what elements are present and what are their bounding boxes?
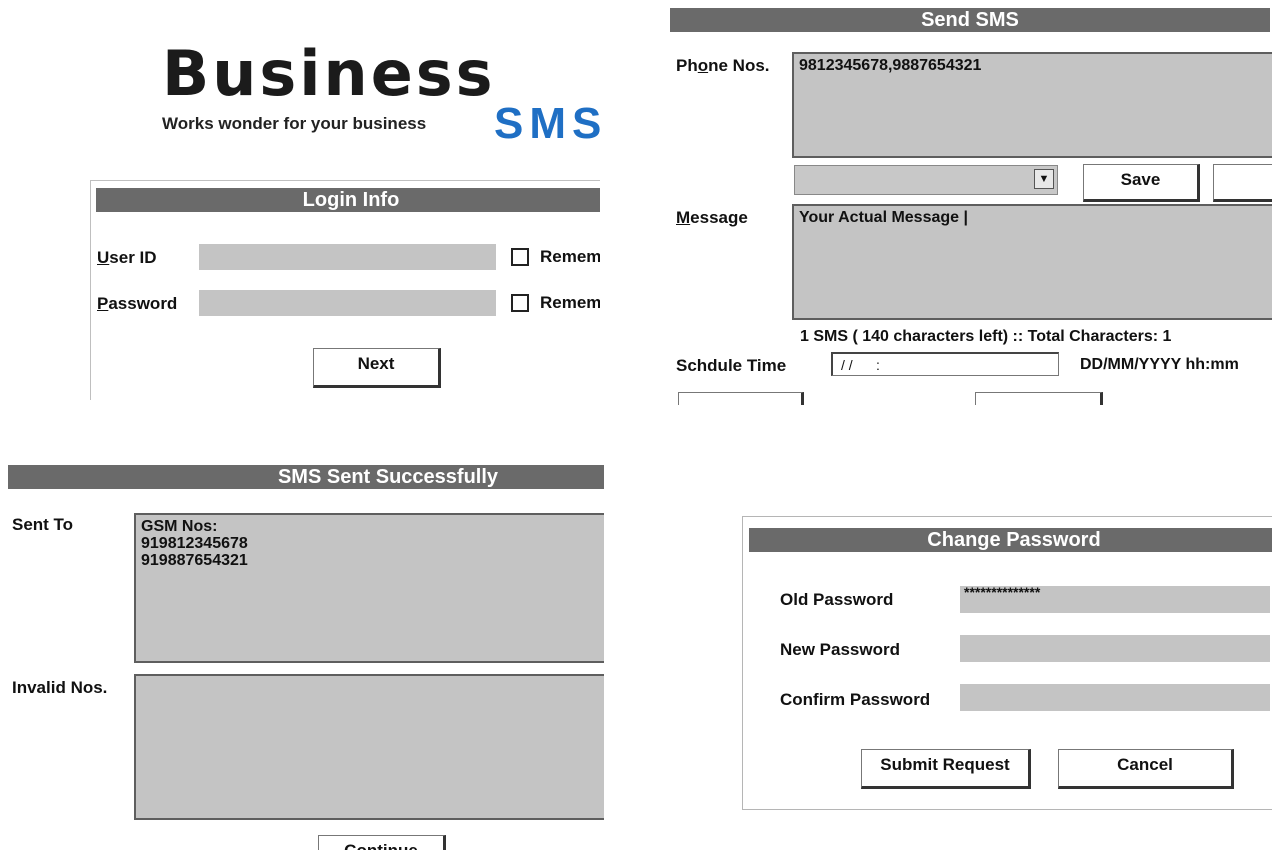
userid-input[interactable] — [199, 244, 496, 270]
schedule-format: DD/MM/YYYY hh:mm — [1080, 356, 1239, 373]
sent-to-label: Sent To — [12, 515, 74, 534]
phone-dropdown[interactable]: ▼ — [794, 165, 1058, 195]
logo-tagline: Works wonder for your business — [162, 114, 427, 133]
remember-userid-checkbox[interactable] — [511, 248, 529, 266]
password-label: Password — [97, 294, 178, 313]
continue-button[interactable]: Continue — [318, 835, 446, 850]
phone-textarea[interactable]: 9812345678,9887654321 — [792, 52, 1272, 158]
confirm-password-label: Confirm Password — [780, 690, 931, 709]
password-input[interactable] — [199, 290, 496, 316]
invalid-textarea[interactable] — [134, 674, 604, 820]
next-button[interactable]: Next — [313, 348, 441, 388]
change-password-header: Change Password — [749, 528, 1272, 552]
schedule-label: Schdule Time — [676, 356, 787, 375]
char-counter: 1 SMS ( 140 characters left) :: Total Ch… — [800, 328, 1172, 345]
schedule-input[interactable]: / / : — [831, 352, 1059, 376]
message-textarea[interactable]: Your Actual Message | — [792, 204, 1272, 320]
cancel-button[interactable]: Cancel — [1058, 749, 1234, 789]
logo: Business Works wonder for your business … — [162, 40, 600, 150]
save-button[interactable]: Save — [1083, 164, 1200, 202]
remember-password-checkbox[interactable] — [511, 294, 529, 312]
old-password-value: ************** — [964, 584, 1041, 600]
new-password-label: New Password — [780, 640, 900, 659]
sms-sent-panel: SMS Sent Successfully Sent To GSM Nos: 9… — [0, 460, 604, 850]
sent-to-textarea[interactable]: GSM Nos: 919812345678 919887654321 — [134, 513, 604, 663]
send-sms-panel: Send SMS Phone Nos. 9812345678,988765432… — [660, 0, 1272, 405]
userid-label: User ID — [97, 248, 157, 267]
new-password-input[interactable] — [960, 635, 1270, 662]
schedule-button[interactable] — [975, 392, 1103, 405]
login-header: Login Info — [96, 188, 600, 212]
send-sms-header: Send SMS — [670, 8, 1270, 32]
message-label: Message — [676, 208, 748, 227]
send-button[interactable] — [678, 392, 804, 405]
logo-sms: SMS — [494, 99, 600, 148]
invalid-label: Invalid Nos. — [12, 678, 108, 697]
remember-password-label: Remember — [540, 293, 600, 312]
old-password-label: Old Password — [780, 590, 894, 609]
submit-request-button[interactable]: Submit Request — [861, 749, 1031, 789]
confirm-password-input[interactable] — [960, 684, 1270, 711]
old-password-input[interactable]: ************** — [960, 584, 1270, 613]
sms-sent-header: SMS Sent Successfully — [8, 465, 604, 489]
login-panel: Business Works wonder for your business … — [0, 0, 600, 400]
d-button[interactable]: D — [1213, 164, 1272, 202]
phone-label: Phone Nos. — [676, 56, 770, 75]
chevron-down-icon[interactable]: ▼ — [1034, 169, 1054, 189]
remember-userid-label: Remember — [540, 247, 600, 266]
change-password-panel: Change Password Old Password ***********… — [740, 516, 1272, 816]
logo-title: Business — [162, 37, 496, 110]
